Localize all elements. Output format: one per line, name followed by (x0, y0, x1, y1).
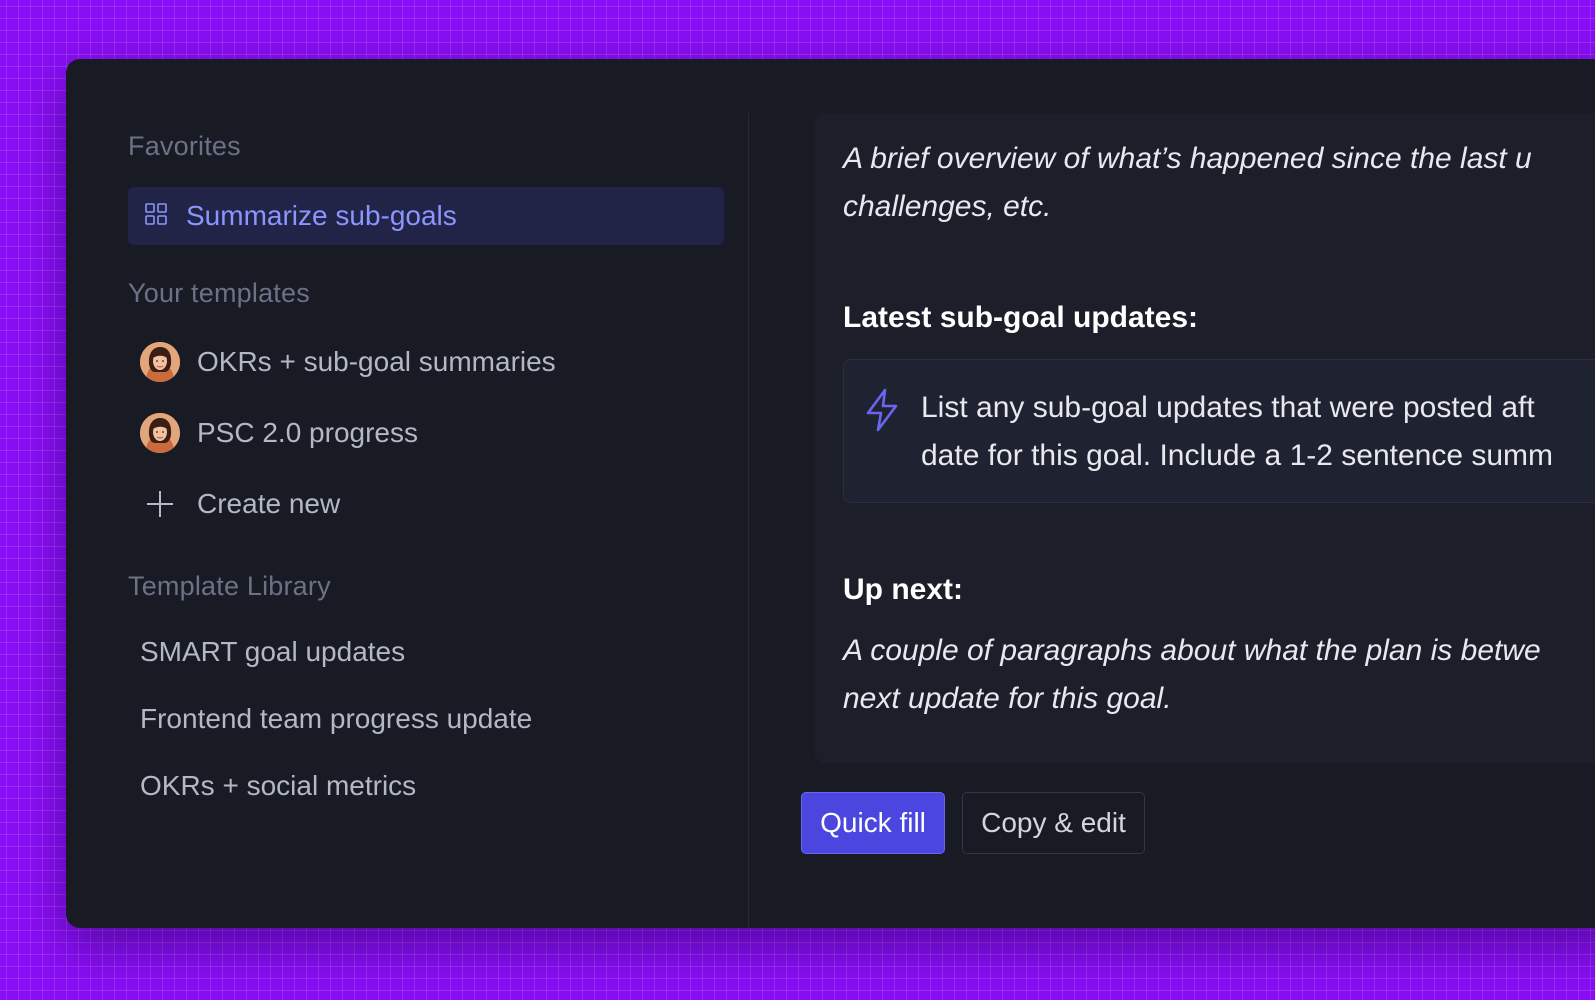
avatar (140, 342, 180, 382)
up-next-heading: Up next: (843, 573, 963, 606)
template-item-psc-progress[interactable]: PSC 2.0 progress (140, 411, 418, 455)
ai-prompt-line-2: date for this goal. Include a 1-2 senten… (921, 439, 1554, 472)
library-item-smart-goal-updates[interactable]: SMART goal updates (140, 636, 405, 668)
template-library-section-title: Template Library (128, 571, 331, 601)
grid-icon (144, 202, 168, 231)
create-new-template-button[interactable]: Create new (140, 482, 340, 526)
template-preview: A brief overview of what’s happened sinc… (815, 113, 1595, 763)
ai-prompt-text: List any sub-goal updates that were post… (921, 384, 1553, 480)
create-new-label: Create new (197, 488, 341, 519)
template-sidebar: Favorites Summarize sub-goals Your templ… (128, 59, 728, 928)
library-item-okrs-social-metrics[interactable]: OKRs + social metrics (140, 770, 416, 802)
avatar (140, 413, 180, 453)
your-templates-section-title: Your templates (128, 278, 310, 308)
lightning-icon (864, 388, 900, 437)
up-next-text-line-2: next update for this goal. (843, 682, 1172, 715)
intro-text-line-1: A brief overview of what’s happened sinc… (843, 142, 1532, 175)
intro-text-line-2: challenges, etc. (843, 190, 1052, 223)
template-item-okrs-sub-goal-summaries[interactable]: OKRs + sub-goal summaries (140, 340, 556, 384)
template-picker-panel: Favorites Summarize sub-goals Your templ… (66, 59, 1595, 928)
copy-edit-button[interactable]: Copy & edit (962, 792, 1145, 854)
sidebar-divider (748, 113, 749, 928)
ai-prompt-line-1: List any sub-goal updates that were post… (921, 391, 1535, 424)
template-item-label: PSC 2.0 progress (197, 417, 418, 448)
favorite-item-label: Summarize sub-goals (186, 200, 457, 231)
template-item-label: OKRs + sub-goal summaries (197, 346, 556, 377)
ai-prompt-block: List any sub-goal updates that were post… (843, 359, 1595, 503)
latest-updates-heading: Latest sub-goal updates: (843, 301, 1199, 334)
favorite-item-summarize-sub-goals[interactable]: Summarize sub-goals (128, 187, 724, 245)
quick-fill-button[interactable]: Quick fill (801, 792, 945, 854)
up-next-text-line-1: A couple of paragraphs about what the pl… (843, 634, 1541, 667)
plus-icon (140, 484, 180, 524)
favorites-section-title: Favorites (128, 131, 241, 161)
library-item-frontend-team-progress[interactable]: Frontend team progress update (140, 703, 532, 735)
